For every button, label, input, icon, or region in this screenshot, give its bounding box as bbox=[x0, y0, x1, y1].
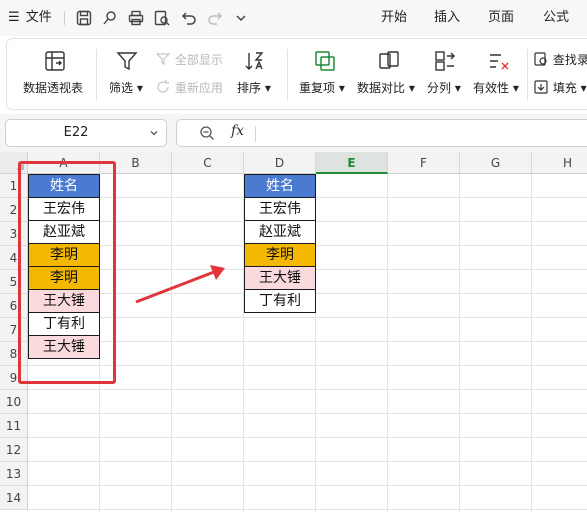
tab-page[interactable]: 页面 bbox=[488, 0, 514, 36]
hamburger-icon: ☰ bbox=[8, 10, 20, 25]
fill-icon bbox=[534, 80, 548, 94]
sort-button[interactable]: 排序 ▾ bbox=[235, 39, 275, 111]
duplicates-label: 重复项 ▾ bbox=[299, 81, 345, 95]
refresh-icon bbox=[157, 80, 169, 93]
sort-icon bbox=[243, 49, 267, 73]
undo-icon[interactable] bbox=[180, 9, 198, 27]
cell-d2[interactable]: 王宏伟 bbox=[244, 197, 316, 221]
fill-label: 填充 bbox=[552, 81, 577, 95]
brush-icon[interactable] bbox=[101, 9, 119, 27]
show-all-button[interactable]: 全部显示 bbox=[155, 51, 223, 71]
cell-d5[interactable]: 王大锤 bbox=[244, 266, 316, 290]
split-column-icon bbox=[433, 49, 457, 73]
pivot-table-icon bbox=[43, 49, 67, 73]
menu-divider bbox=[64, 11, 65, 25]
fill-button[interactable]: 填充 ▾ bbox=[533, 79, 587, 99]
duplicates-button[interactable]: 重复项 ▾ bbox=[297, 39, 352, 111]
chevron-down-icon[interactable] bbox=[148, 127, 160, 139]
duplicates-icon bbox=[313, 49, 337, 73]
save-icon[interactable] bbox=[75, 9, 93, 27]
data-compare-button[interactable]: 数据对比 ▾ bbox=[357, 39, 422, 111]
file-menu-label: 文件 bbox=[25, 10, 52, 25]
validity-label: 有效性 ▾ bbox=[473, 81, 519, 95]
name-box[interactable]: E22 bbox=[5, 119, 167, 147]
column-header-g[interactable]: G bbox=[460, 152, 532, 174]
filter-label: 筛选 ▾ bbox=[109, 81, 143, 95]
row-header[interactable]: 12 bbox=[0, 438, 28, 462]
tab-home[interactable]: 开始 bbox=[381, 0, 407, 36]
formula-bar: E22 fx bbox=[0, 114, 587, 152]
highlight-frame bbox=[18, 161, 116, 384]
cell-d1[interactable]: 姓名 bbox=[244, 174, 316, 198]
cell-d4[interactable]: 李明 bbox=[244, 243, 316, 267]
fx-icon[interactable]: fx bbox=[231, 123, 244, 139]
tab-formula[interactable]: 公式 bbox=[543, 0, 569, 36]
filter-icon bbox=[115, 49, 139, 73]
filter-clear-icon bbox=[155, 53, 171, 65]
zoom-icon[interactable] bbox=[199, 125, 215, 141]
print-preview-icon[interactable] bbox=[153, 9, 171, 27]
sort-label: 排序 ▾ bbox=[237, 81, 271, 95]
row-header[interactable]: 14 bbox=[0, 486, 28, 510]
compare-icon bbox=[377, 49, 401, 73]
cell-d6[interactable]: 丁有利 bbox=[244, 289, 316, 313]
validity-button[interactable]: 有效性 ▾ bbox=[473, 39, 523, 111]
column-header-f[interactable]: F bbox=[388, 152, 460, 174]
name-box-value: E22 bbox=[63, 125, 89, 140]
reapply-label: 重新应用 bbox=[174, 81, 223, 95]
pivot-table-button[interactable]: 数据透视表 bbox=[21, 39, 91, 111]
data-compare-label: 数据对比 ▾ bbox=[357, 81, 415, 95]
right-arrow-icon bbox=[135, 265, 225, 304]
chevron-down-icon[interactable] bbox=[232, 9, 250, 27]
reapply-button[interactable]: 重新应用 bbox=[155, 79, 223, 99]
row-header[interactable]: 13 bbox=[0, 462, 28, 486]
filter-button[interactable]: 筛选 ▾ bbox=[107, 39, 147, 111]
split-column-label: 分列 ▾ bbox=[427, 81, 461, 95]
find-record-icon bbox=[534, 52, 547, 66]
find-record-label: 查找录 bbox=[552, 53, 587, 67]
find-record-button[interactable]: 查找录 bbox=[533, 51, 587, 71]
column-header-e[interactable]: E bbox=[316, 152, 388, 174]
show-all-label: 全部显示 bbox=[174, 53, 223, 67]
pivot-table-label: 数据透视表 bbox=[23, 81, 84, 95]
ribbon-divider bbox=[96, 49, 97, 101]
print-icon[interactable] bbox=[127, 9, 145, 27]
ribbon-divider bbox=[287, 49, 288, 101]
cell-d3[interactable]: 赵亚斌 bbox=[244, 220, 316, 244]
row-header[interactable]: 10 bbox=[0, 390, 28, 414]
redo-icon[interactable] bbox=[206, 9, 224, 27]
column-header-c[interactable]: C bbox=[172, 152, 244, 174]
file-menu[interactable]: ☰ 文件 bbox=[8, 0, 52, 36]
menu-bar: ☰ 文件 开始 插入 页面 公式 bbox=[0, 0, 587, 36]
split-column-button[interactable]: 分列 ▾ bbox=[427, 39, 467, 111]
row-header[interactable]: 11 bbox=[0, 414, 28, 438]
formula-divider bbox=[255, 126, 256, 142]
column-header-d[interactable]: D bbox=[244, 152, 316, 174]
ribbon-divider bbox=[527, 49, 528, 101]
ribbon: 数据透视表 筛选 ▾ 全部显示 重新应用 排序 ▾ 重复项 ▾ 数据对比 ▾ 分… bbox=[6, 38, 587, 110]
formula-input[interactable]: fx bbox=[176, 119, 587, 147]
validity-icon bbox=[487, 49, 511, 73]
tab-insert[interactable]: 插入 bbox=[434, 0, 460, 36]
column-header-h[interactable]: H bbox=[532, 152, 587, 174]
